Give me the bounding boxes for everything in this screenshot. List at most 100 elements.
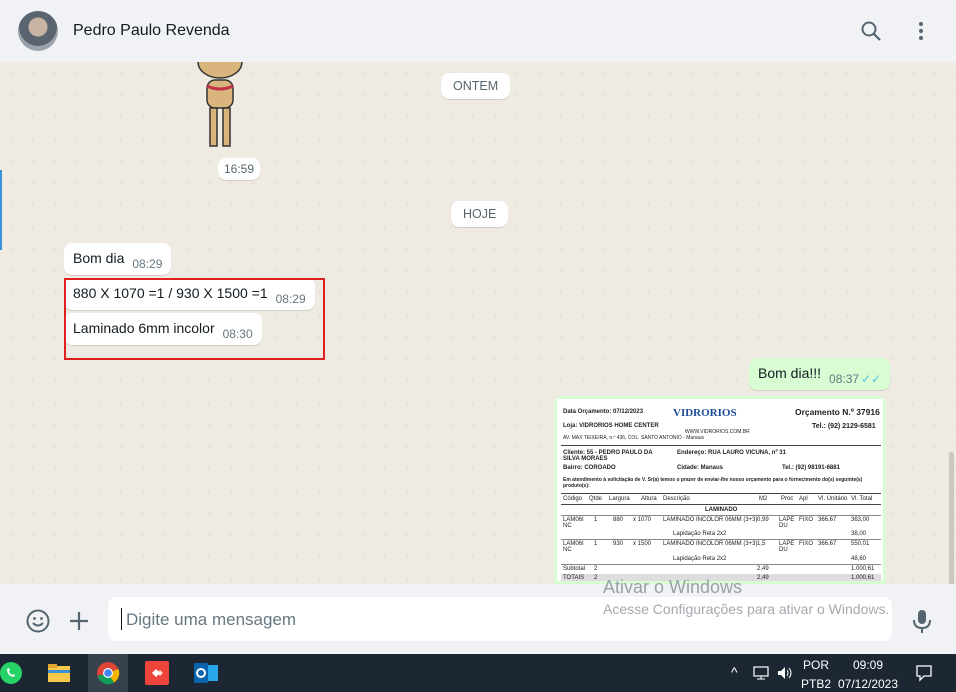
doc-subtotal-qty: 2	[594, 566, 598, 572]
doc-cell: 550,01	[851, 541, 870, 547]
doc-subtotal-value: 1.000,61	[851, 566, 875, 572]
doc-cell: Lapidação Reta 2x2	[673, 531, 727, 537]
doc-cell: 1,5	[757, 541, 766, 547]
language-indicator[interactable]: POR PTB2	[800, 658, 832, 691]
outlook-icon[interactable]	[193, 660, 219, 686]
date-divider: HOJE	[451, 201, 509, 227]
whatsapp-taskbar-icon[interactable]	[0, 660, 24, 686]
doc-subtotal-label: Subtotal	[563, 566, 586, 572]
doc-col: Apl	[799, 496, 808, 502]
message-text: Bom dia	[73, 250, 125, 266]
doc-cell: 930	[613, 541, 624, 547]
doc-cell: 366,67	[818, 541, 837, 547]
clock-date: 07/12/2023	[837, 677, 899, 691]
chrome-icon[interactable]	[95, 660, 121, 686]
clock-time: 09:09	[852, 658, 884, 672]
highlight-box	[64, 278, 325, 360]
doc-cell: FIXO	[799, 517, 814, 523]
doc-col: M2	[759, 496, 768, 502]
doc-cell: LAPE DU	[779, 541, 795, 553]
doc-cell: 1	[594, 541, 598, 547]
doc-cell: LAMINADO INCOLOR 06MM (3+3)	[663, 541, 758, 547]
doc-cell: LAM06I NC	[563, 541, 584, 553]
network-icon[interactable]	[752, 666, 770, 680]
search-icon[interactable]	[859, 19, 883, 43]
chat-header: Pedro Paulo Revenda	[0, 0, 956, 63]
doc-total-qty: 2	[594, 575, 598, 581]
text-caret	[121, 608, 122, 630]
doc-cell: LAMINADO INCOLOR 06MM (3+3)	[663, 517, 758, 523]
doc-cell: x 1500	[633, 541, 652, 547]
activation-watermark-text: Acesse Configurações para ativar o Windo…	[603, 601, 890, 617]
doc-col: Altura	[641, 496, 657, 502]
message-time: 08:37	[829, 372, 860, 386]
doc-address: AV. MAX TEIXEIRA, n.º 436, COL. SANTO AN…	[563, 435, 705, 441]
message-bubble[interactable]: Bom dia 08:29	[64, 243, 172, 275]
doc-col: Descrição	[663, 496, 690, 502]
taskbar: ^ POR PTB2 09:09 07/12/2023	[0, 654, 956, 692]
message-time: 08:29	[132, 257, 163, 271]
doc-col: Código	[563, 496, 583, 502]
doc-subtotal-m2: 2,49	[757, 566, 769, 572]
menu-icon[interactable]	[909, 19, 933, 43]
document-image-message[interactable]: Data Orçamento: 07/12/2023 VIDRORIOS Orç…	[554, 396, 886, 584]
doc-section: LAMINADO	[705, 507, 738, 513]
doc-neighborhood: Bairro: COROADO	[563, 465, 616, 471]
doc-intro: Em atendimento à solicitação de V. Sr(a)…	[563, 477, 863, 489]
doc-client: Cliente: 55 - PEDRO PAULO DA SILVA MORAE…	[563, 450, 653, 462]
file-explorer-icon[interactable]	[46, 660, 72, 686]
message-text: Bom dia!!!	[758, 365, 822, 381]
doc-store: Loja: VIDRORIOS HOME CENTER	[563, 423, 659, 429]
document-preview: Data Orçamento: 07/12/2023 VIDRORIOS Orç…	[557, 399, 883, 581]
scrollbar[interactable]	[949, 452, 954, 584]
emoji-icon[interactable]	[25, 608, 51, 634]
compose-bar: Digite uma mensagem	[0, 584, 956, 654]
dog-sticker[interactable]	[185, 62, 255, 150]
doc-cell: 880	[613, 517, 624, 523]
window-edge	[0, 170, 2, 250]
doc-cell: FIXO	[799, 541, 814, 547]
doc-col: Vl. Total	[851, 496, 873, 502]
doc-col: Vl. Unitário	[818, 496, 848, 502]
doc-total-label: TOTAIS	[563, 575, 585, 581]
doc-client-phone: Tel.: (92) 98191-6881	[782, 465, 840, 471]
date-divider: ONTEM	[441, 73, 511, 99]
doc-cell: 366,67	[818, 517, 837, 523]
message-placeholder: Digite uma mensagem	[126, 610, 297, 629]
doc-cell: 38,00	[851, 531, 867, 537]
doc-col: Largura	[609, 496, 630, 502]
language-code: POR	[802, 658, 829, 672]
contact-name[interactable]: Pedro Paulo Revenda	[73, 22, 230, 40]
keyboard-layout: PTB2	[800, 677, 831, 691]
anydesk-icon[interactable]	[144, 660, 170, 686]
microphone-icon[interactable]	[910, 608, 934, 634]
doc-cell: LAPE DU	[779, 517, 795, 529]
doc-phone: Tel.: (92) 2129-6581	[812, 423, 876, 430]
doc-col: Qtde	[589, 496, 603, 502]
volume-icon[interactable]	[776, 665, 794, 681]
doc-total-m2: 2,49	[757, 575, 769, 581]
doc-client-address: Endereço: RUA LAURO VICUNA, nº 31	[677, 450, 786, 456]
plus-icon[interactable]	[67, 609, 91, 633]
sticker-time: 16:59	[218, 158, 261, 180]
doc-cell: x 1070	[633, 517, 652, 523]
doc-quote-number: Orçamento N.º 37916	[795, 407, 880, 417]
doc-cell: Lapidação Reta 2x2	[673, 556, 727, 562]
doc-city: Cidade: Manaus	[677, 465, 724, 471]
message-bubble-outgoing[interactable]: Bom dia!!! 08:37 ✓✓	[749, 358, 891, 390]
doc-cell: LAM06I NC	[563, 517, 584, 529]
double-check-icon: ✓✓	[861, 372, 882, 386]
chevron-up-icon[interactable]: ^	[731, 664, 738, 680]
doc-total-value: 1.000,61	[851, 575, 875, 581]
doc-cell: 363,00	[851, 517, 870, 523]
doc-date: Data Orçamento: 07/12/2023	[563, 409, 644, 415]
doc-cell: 0,99	[757, 517, 769, 523]
doc-cell: 48,60	[851, 556, 867, 562]
clock[interactable]: 09:09 07/12/2023	[836, 658, 900, 691]
avatar[interactable]	[18, 11, 58, 51]
doc-brand: VIDRORIOS	[673, 407, 737, 419]
notifications-icon[interactable]	[915, 664, 933, 682]
activation-watermark-title: Ativar o Windows	[603, 577, 743, 597]
doc-cell: 1	[594, 517, 598, 523]
doc-col: Proc	[781, 496, 794, 502]
